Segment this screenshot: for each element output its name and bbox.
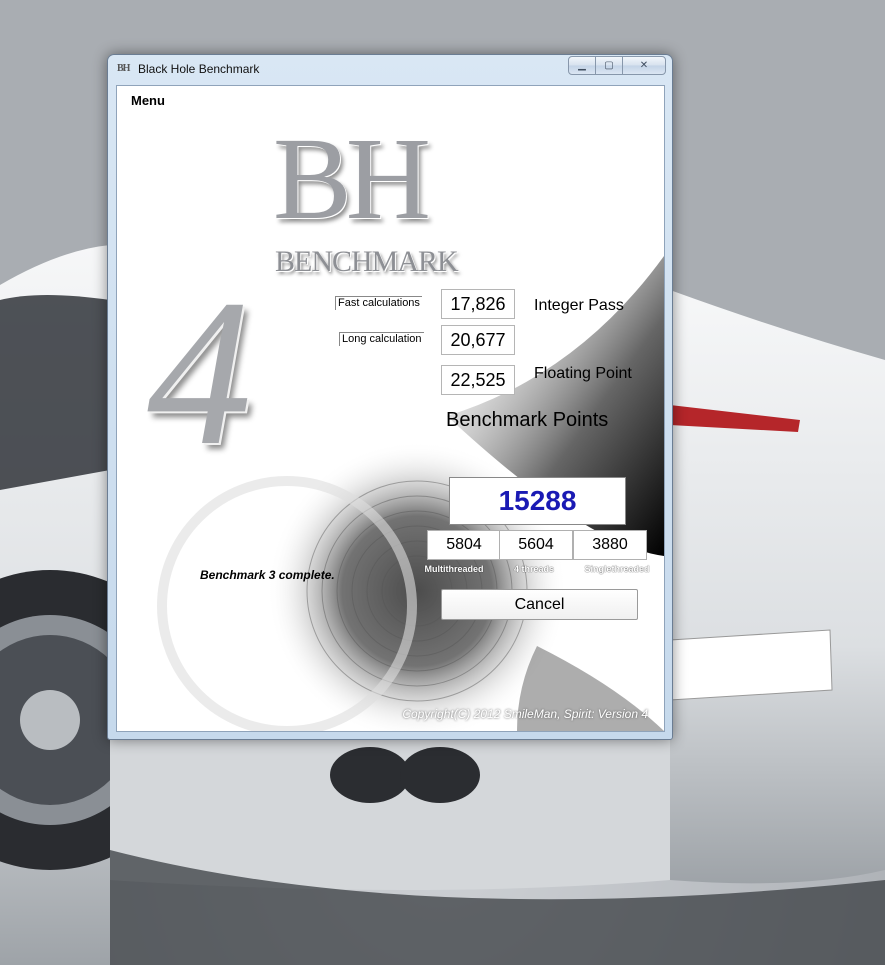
long-calculation-label: Long calculation xyxy=(339,332,424,346)
version-four-logo: 4 xyxy=(147,257,252,489)
app-window: BH Black Hole Benchmark ▁ ▢ ✕ Menu BH BE… xyxy=(107,54,673,740)
maximize-button[interactable]: ▢ xyxy=(595,56,623,75)
title-bar[interactable]: BH Black Hole Benchmark ▁ ▢ ✕ xyxy=(108,55,672,83)
integer-pass-label: Integer Pass xyxy=(534,297,624,314)
minimize-button[interactable]: ▁ xyxy=(568,56,596,75)
four-threads-value: 5604 xyxy=(499,530,573,560)
benchmark-score: 15288 xyxy=(449,477,626,525)
app-icon: BH xyxy=(117,63,130,74)
caption-buttons: ▁ ▢ ✕ xyxy=(568,56,666,75)
copyright-text: Copyright(C) 2012 SmileMan, Spirit: Vers… xyxy=(402,707,648,721)
fast-calculations-label: Fast calculations xyxy=(335,296,422,310)
multithreaded-label: Multithreaded xyxy=(424,564,484,574)
minimize-icon: ▁ xyxy=(578,60,586,71)
four-threads-label: 4 threads xyxy=(513,564,555,574)
multithreaded-value: 5804 xyxy=(427,530,501,560)
benchmark-logo-word: BENCHMARK xyxy=(275,245,459,278)
status-text: Benchmark 3 complete. xyxy=(200,568,335,582)
floating-point-label: Floating Point xyxy=(534,365,632,382)
floating-point-value: 22,525 xyxy=(441,365,515,395)
menu-button[interactable]: Menu xyxy=(131,93,165,108)
long-calculation-value: 20,677 xyxy=(441,325,515,355)
bh-logo: BH xyxy=(273,113,431,244)
benchmark-points-label: Benchmark Points xyxy=(446,409,609,431)
maximize-icon: ▢ xyxy=(604,60,614,71)
singlethreaded-label: Singlethreaded xyxy=(584,564,650,574)
close-button[interactable]: ✕ xyxy=(622,56,666,75)
close-icon: ✕ xyxy=(639,60,649,71)
client-area: Menu BH BENCHMARK 4 Fast calculations 17… xyxy=(116,85,665,732)
singlethreaded-value: 3880 xyxy=(573,530,647,560)
cancel-button[interactable]: Cancel xyxy=(441,589,638,620)
window-title: Black Hole Benchmark xyxy=(138,62,260,76)
fast-calculations-value: 17,826 xyxy=(441,289,515,319)
